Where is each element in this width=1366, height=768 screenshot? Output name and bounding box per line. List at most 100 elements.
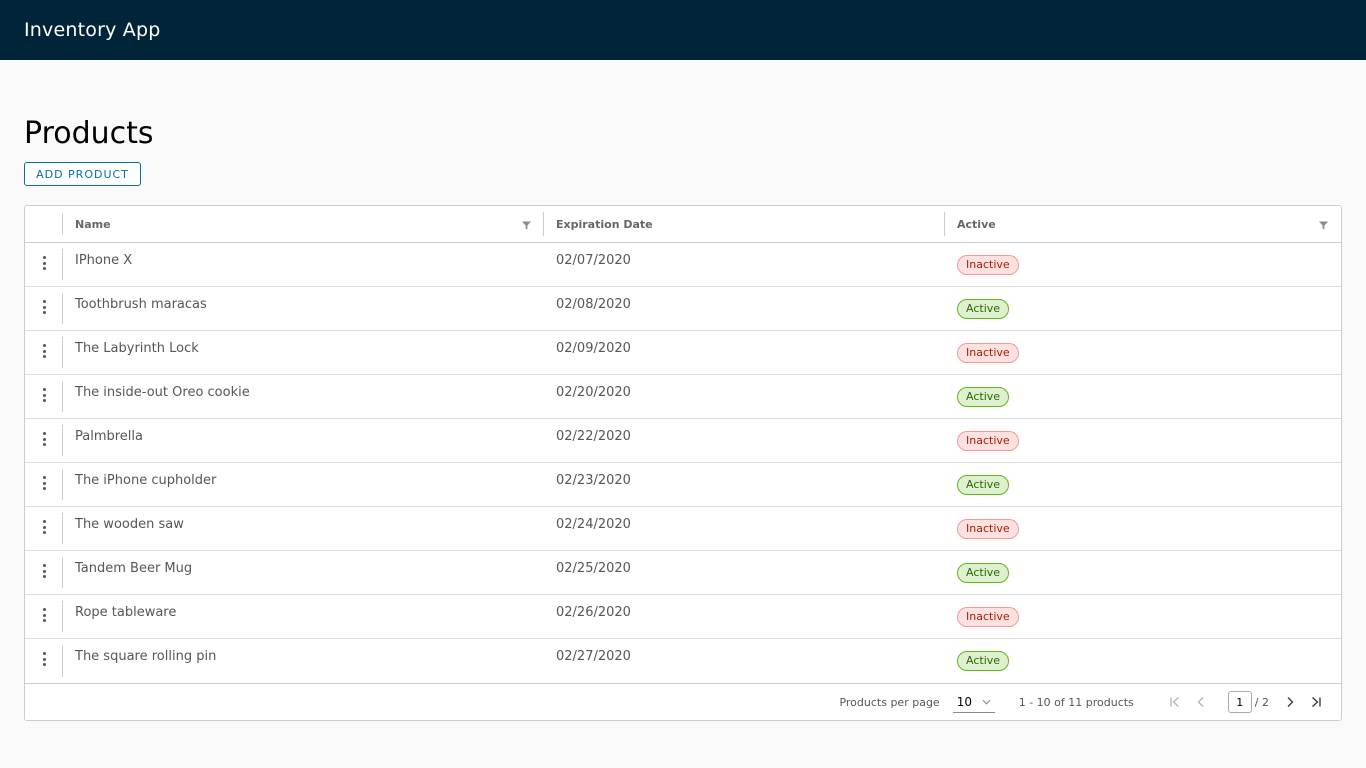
cell-expiration-date: 02/09/2020 (556, 341, 631, 356)
status-badge: Inactive (957, 343, 1019, 363)
table-row: The iPhone cupholder 02/23/2020 Active (25, 463, 1341, 507)
datagrid-body: IPhone X 02/07/2020 Inactive Toothbrush mar… (25, 243, 1341, 683)
cell-name: The iPhone cupholder (75, 473, 217, 488)
column-label-expiration: Expiration Date (556, 217, 653, 231)
status-badge: Active (957, 387, 1010, 407)
per-page-select[interactable]: 10 (952, 691, 995, 713)
status-badge: Active (957, 651, 1010, 671)
cell-expiration-date: 02/23/2020 (556, 473, 631, 488)
column-header-active[interactable]: Active (945, 206, 1341, 242)
table-row: The square rolling pin 02/27/2020 Active (25, 639, 1341, 683)
main-content: Products ADD PRODUCT Name Expiration Dat… (0, 116, 1366, 721)
table-row: The inside-out Oreo cookie 02/20/2020 Acti… (25, 375, 1341, 419)
cell-name: The inside-out Oreo cookie (75, 385, 250, 400)
status-badge: Active (957, 299, 1010, 319)
cell-expiration-date: 02/20/2020 (556, 385, 631, 400)
row-actions (25, 551, 63, 594)
cell-name: Palmbrella (75, 429, 143, 444)
row-actions (25, 463, 63, 506)
row-actions (25, 595, 63, 638)
status-badge: Active (957, 563, 1010, 583)
next-page-icon (1287, 697, 1294, 707)
cell-active: Inactive (945, 419, 1341, 462)
chevron-down-icon (982, 699, 991, 705)
status-badge: Active (957, 475, 1010, 495)
current-page-input[interactable] (1227, 691, 1252, 713)
status-badge: Inactive (957, 431, 1019, 451)
cell-name: The wooden saw (75, 517, 184, 532)
cell-name: Toothbrush maracas (75, 297, 207, 312)
cell-expiration-date: 02/22/2020 (556, 429, 631, 444)
cell-active: Active (945, 287, 1341, 330)
datagrid-header: Name Expiration Date Active (25, 206, 1341, 243)
row-actions (25, 287, 63, 330)
per-page-label: Products per page (839, 695, 940, 709)
vertical-ellipsis-icon[interactable] (37, 562, 51, 580)
pagination-range: 1 - 10 of 11 products (1018, 695, 1134, 709)
row-actions (25, 419, 63, 462)
vertical-ellipsis-icon[interactable] (37, 606, 51, 624)
vertical-ellipsis-icon[interactable] (37, 386, 51, 404)
vertical-ellipsis-icon[interactable] (37, 342, 51, 360)
table-row: Palmbrella 02/22/2020 Inactive (25, 419, 1341, 463)
vertical-ellipsis-icon[interactable] (37, 650, 51, 668)
cell-active: Active (945, 463, 1341, 506)
cell-expiration-date: 02/07/2020 (556, 253, 631, 268)
cell-expiration-date: 02/27/2020 (556, 649, 631, 664)
vertical-ellipsis-icon[interactable] (37, 298, 51, 316)
table-row: IPhone X 02/07/2020 Inactive (25, 243, 1341, 287)
table-row: Tandem Beer Mug 02/25/2020 Active (25, 551, 1341, 595)
cell-expiration-date: 02/08/2020 (556, 297, 631, 312)
datagrid-footer: Products per page 10 1 - 10 of 11 produc… (25, 683, 1341, 720)
cell-active: Active (945, 375, 1341, 418)
previous-page-button[interactable] (1194, 695, 1208, 709)
cell-active: Inactive (945, 331, 1341, 374)
app-title: Inventory App (24, 19, 161, 41)
cell-name: The Labyrinth Lock (75, 341, 199, 356)
first-page-icon (1170, 697, 1179, 707)
column-header-name[interactable]: Name (63, 206, 544, 242)
filter-icon[interactable] (522, 221, 531, 230)
table-row: The wooden saw 02/24/2020 Inactive (25, 507, 1341, 551)
cell-active: Inactive (945, 595, 1341, 638)
vertical-ellipsis-icon[interactable] (37, 518, 51, 536)
row-actions (25, 243, 63, 286)
cell-expiration-date: 02/26/2020 (556, 605, 631, 620)
total-pages: / 2 (1254, 695, 1269, 709)
vertical-ellipsis-icon[interactable] (37, 254, 51, 272)
row-actions (25, 639, 63, 683)
cell-active: Active (945, 639, 1341, 683)
filter-icon[interactable] (1319, 221, 1328, 230)
vertical-ellipsis-icon[interactable] (37, 474, 51, 492)
cell-active: Inactive (945, 507, 1341, 550)
row-actions (25, 507, 63, 550)
action-column-header (25, 206, 63, 242)
add-product-button[interactable]: ADD PRODUCT (24, 162, 141, 186)
first-page-button[interactable] (1168, 695, 1182, 709)
column-header-expiration[interactable]: Expiration Date (544, 206, 945, 242)
row-actions (25, 331, 63, 374)
table-row: The Labyrinth Lock 02/09/2020 Inactive (25, 331, 1341, 375)
cell-active: Inactive (945, 243, 1341, 286)
column-label-active: Active (957, 217, 996, 231)
row-actions (25, 375, 63, 418)
last-page-button[interactable] (1309, 695, 1323, 709)
page-title: Products (24, 116, 154, 151)
table-row: Toothbrush maracas 02/08/2020 Active (25, 287, 1341, 331)
table-row: Rope tableware 02/26/2020 Inactive (25, 595, 1341, 639)
cell-expiration-date: 02/25/2020 (556, 561, 631, 576)
next-page-button[interactable] (1283, 695, 1297, 709)
status-badge: Inactive (957, 255, 1019, 275)
vertical-ellipsis-icon[interactable] (37, 430, 51, 448)
cell-active: Active (945, 551, 1341, 594)
cell-expiration-date: 02/24/2020 (556, 517, 631, 532)
app-header: Inventory App (0, 0, 1366, 60)
per-page-value: 10 (956, 694, 972, 709)
cell-name: Tandem Beer Mug (75, 561, 193, 576)
previous-page-icon (1197, 697, 1204, 707)
cell-name: Rope tableware (75, 605, 177, 620)
status-badge: Inactive (957, 607, 1019, 627)
column-label-name: Name (75, 217, 111, 231)
last-page-icon (1312, 697, 1321, 707)
status-badge: Inactive (957, 519, 1019, 539)
